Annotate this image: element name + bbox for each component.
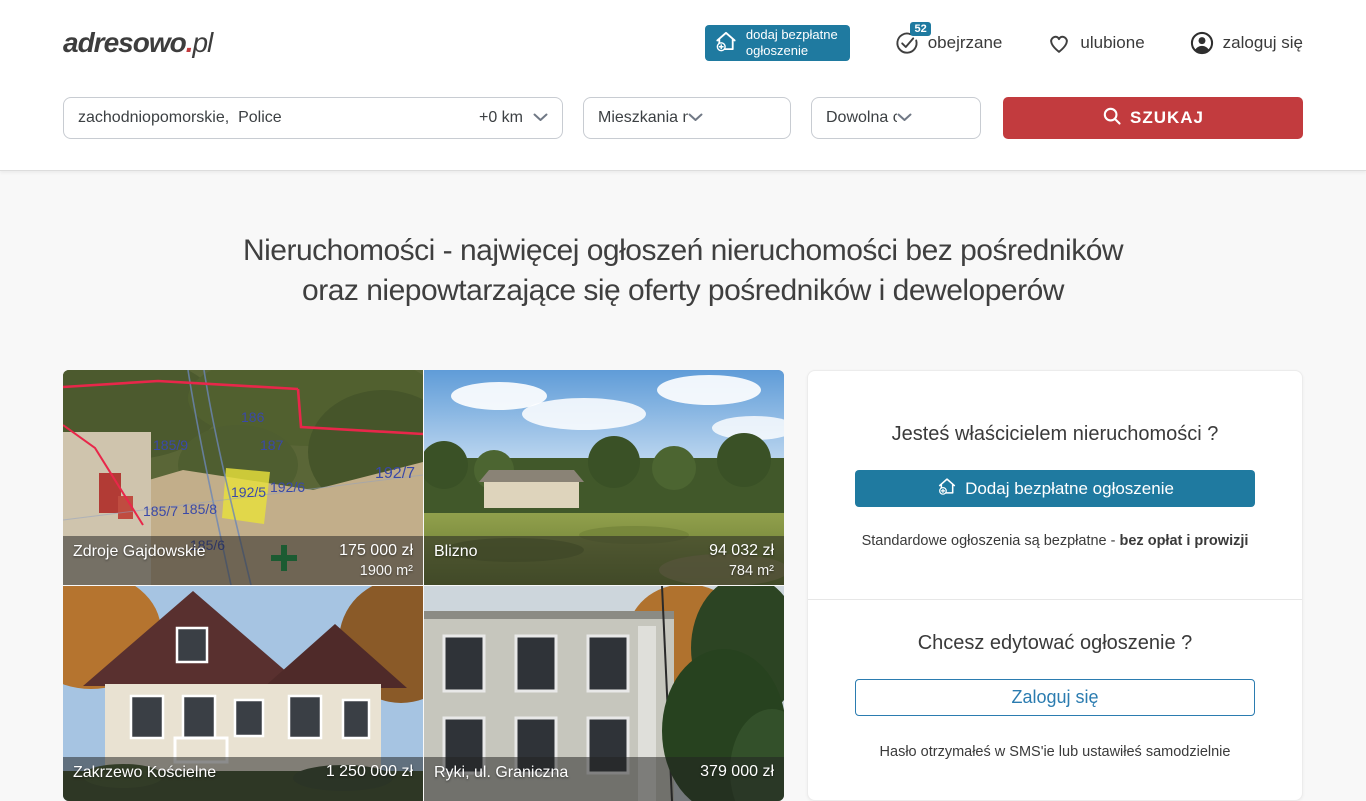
logo-main: adresowo: [63, 27, 186, 58]
listing-caption: Zakrzewo Kościelne 1 250 000 zł: [63, 757, 423, 801]
svg-text:192/6: 192/6: [270, 479, 305, 495]
heart-icon: [1046, 30, 1072, 56]
listing-price: 379 000 zł: [700, 762, 774, 782]
listing-name: Ryki, ul. Graniczna: [434, 762, 700, 782]
svg-text:185/8: 185/8: [182, 501, 217, 517]
listing-caption: Ryki, ul. Graniczna 379 000 zł: [424, 757, 784, 801]
svg-text:192/5: 192/5: [231, 484, 266, 500]
listing-card[interactable]: Zakrzewo Kościelne 1 250 000 zł: [63, 586, 423, 801]
listings-grid: 186 187 185/9 192/7 192/5 192/6 185/7 18…: [63, 370, 784, 801]
house-plus-icon: [936, 475, 958, 502]
search-icon: [1102, 106, 1122, 131]
location-input[interactable]: zachodniopomorskie, Police +0 km: [63, 97, 563, 139]
user-circle-icon: [1189, 30, 1215, 56]
radius-value: +0 km: [479, 109, 523, 127]
listing-price: 175 000 zł: [339, 541, 413, 561]
price-select[interactable]: Dowolna cena: [811, 97, 981, 139]
sidebar-add-listing-button[interactable]: Dodaj bezpłatne ogłoszenie: [855, 470, 1255, 507]
listing-caption: Blizno 94 032 zł 784 m²: [424, 536, 784, 585]
edit-panel-title: Chcesz edytować ogłoszenie ?: [808, 600, 1302, 655]
location-value: zachodniopomorskie, Police: [78, 109, 479, 127]
category-value: Mieszkania na sprzeda: [598, 109, 688, 127]
listing-card[interactable]: Blizno 94 032 zł 784 m²: [424, 370, 784, 585]
listing-name: Blizno: [434, 541, 709, 561]
header: adresowo.pl dodaj bezpłatne ogłoszenie: [0, 0, 1366, 171]
listing-area: 784 m²: [709, 561, 774, 581]
viewed-count-badge: 52: [910, 22, 930, 36]
listing-price: 1 250 000 zł: [326, 762, 413, 782]
svg-text:187: 187: [260, 437, 284, 453]
svg-text:185/7: 185/7: [143, 503, 178, 519]
search-bar: zachodniopomorskie, Police +0 km Mieszka…: [63, 86, 1303, 150]
favorites-link[interactable]: ulubione: [1046, 30, 1144, 56]
chevron-down-icon: [533, 109, 548, 127]
owner-panel-title: Jesteś właścicielem nieruchomości ?: [808, 371, 1302, 446]
sidebar-add-listing-label: Dodaj bezpłatne ogłoszenie: [965, 479, 1174, 499]
listing-caption: Zdroje Gajdowskie 175 000 zł 1900 m²: [63, 536, 423, 585]
sidebar-login-button[interactable]: Zaloguj się: [855, 679, 1255, 716]
house-plus-icon: [713, 28, 739, 58]
listing-name: Zdroje Gajdowskie: [73, 541, 339, 561]
viewed-link[interactable]: 52 obejrzane: [894, 30, 1003, 56]
svg-text:192/7: 192/7: [375, 465, 415, 482]
chevron-down-icon: [897, 109, 968, 127]
add-listing-button[interactable]: dodaj bezpłatne ogłoszenie: [705, 25, 850, 61]
category-select[interactable]: Mieszkania na sprzeda: [583, 97, 791, 139]
svg-text:185/9: 185/9: [153, 437, 188, 453]
top-bar: adresowo.pl dodaj bezpłatne ogłoszenie: [63, 0, 1303, 86]
listing-card[interactable]: Ryki, ul. Graniczna 379 000 zł: [424, 586, 784, 801]
login-link[interactable]: zaloguj się: [1189, 30, 1303, 56]
login-label: zaloguj się: [1223, 33, 1303, 53]
viewed-label: obejrzane: [928, 33, 1003, 53]
logo-tld: pl: [192, 27, 212, 58]
search-button[interactable]: SZUKAJ: [1003, 97, 1303, 139]
svg-text:186: 186: [241, 409, 265, 425]
favorites-label: ulubione: [1080, 33, 1144, 53]
listing-name: Zakrzewo Kościelne: [73, 762, 326, 782]
page-title: Nieruchomości - najwięcej ogłoszeń nieru…: [0, 171, 1366, 311]
listing-area: 1900 m²: [339, 561, 413, 581]
owner-panel: Jesteś właścicielem nieruchomości ? Doda…: [807, 370, 1303, 801]
check-circle-icon: 52: [894, 30, 920, 56]
logo[interactable]: adresowo.pl: [63, 27, 212, 59]
chevron-down-icon: [688, 109, 778, 127]
add-listing-label: dodaj bezpłatne ogłoszenie: [746, 27, 838, 60]
price-value: Dowolna cena: [826, 109, 897, 127]
listing-price: 94 032 zł: [709, 541, 774, 561]
owner-panel-note: Standardowe ogłoszenia są bezpłatne - be…: [808, 533, 1302, 549]
edit-panel-note: Hasło otrzymałeś w SMS'ie lub ustawiłeś …: [808, 744, 1302, 800]
listing-card[interactable]: 186 187 185/9 192/7 192/5 192/6 185/7 18…: [63, 370, 423, 585]
search-button-label: SZUKAJ: [1130, 108, 1204, 128]
